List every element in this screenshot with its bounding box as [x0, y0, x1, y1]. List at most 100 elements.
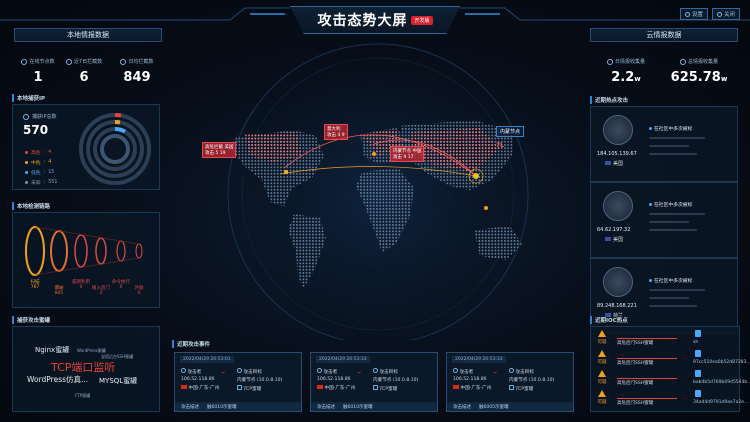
ioc-row[interactable]: 可疑高危后门SSH蜜罐 97cc510ea0b52d87283...	[593, 350, 750, 368]
section-ioc: 近期IOC热点	[590, 316, 628, 324]
map-label-china: 内蒙节点 中国 攻击 9 17	[390, 146, 425, 162]
warning-icon	[598, 330, 606, 337]
stat-daily-intel: 日情报收集量 2.2w	[596, 58, 656, 85]
arrow-icon: →	[221, 371, 225, 376]
file-icon	[695, 350, 701, 357]
captured-ip-panel: 捕获IP总数 570 高危: 4 中危: 4 低危: 15 未知: 551	[12, 104, 160, 190]
word-ftp: FTP蜜罐	[75, 393, 91, 398]
section-events: 近期攻击事件	[172, 340, 210, 348]
section-hot-attacks: 近期热点攻击	[590, 96, 628, 104]
captured-ip-total: 570	[23, 123, 49, 137]
ioc-tag: 高危后门SSH蜜罐	[617, 341, 654, 346]
legend-low: 低危: 15	[25, 169, 54, 176]
event-src-loc: 中国-广东-广州	[181, 385, 219, 391]
node-count: 7L	[496, 142, 504, 149]
event-target-type: TCP蜜罐	[373, 385, 397, 392]
world-map: 高危拦截 美国 攻击 5 19 意大利 攻击 4 9 内蒙节点 中国 攻击 9 17 …	[174, 38, 582, 345]
placeholder-lines	[649, 137, 729, 161]
hot-attack-card[interactable]: 64.62.197.32 美国 在社区中多次被标	[590, 182, 738, 258]
ioc-row[interactable]: 可疑 高危后门SSH蜜罐 bab4b5d769b09d5544b...	[593, 370, 750, 388]
chain-step-brute: 爆破 845	[54, 286, 64, 296]
event-time: 2022/04/29 20:53:33	[452, 356, 506, 363]
event-target: 内蒙节点 (10.0.8.10)	[237, 378, 283, 383]
ioc-tag: 高危后门SSH蜜罐	[617, 361, 654, 366]
event-src-ip: 106.52.118.86	[181, 377, 215, 382]
ioc-row[interactable]: 可疑 高危后门SSH蜜罐 sh	[593, 330, 739, 348]
server-icon	[373, 385, 378, 390]
close-button[interactable]: 关闭	[712, 8, 741, 20]
arrow-icon: →	[493, 371, 497, 376]
server-icon	[509, 385, 514, 390]
event-target: 内蒙节点 (10.0.8.10)	[373, 378, 419, 383]
clock-icon	[120, 58, 127, 65]
placeholder-lines	[649, 213, 729, 237]
local-intel-tab: 本地情报数据	[14, 28, 162, 42]
ioc-hash: 97cc510ea0b52d87283...	[693, 360, 750, 365]
calendar-icon	[606, 58, 613, 65]
chain-step-scan: 扫描 767	[30, 280, 40, 290]
pin-icon	[21, 58, 28, 65]
event-card[interactable]: 2022/04/29 20:53:33 攻击者 106.52.118.86 中国-…	[446, 352, 574, 412]
event-src-ip: 106.52.118.86	[453, 377, 487, 382]
database-icon	[679, 58, 686, 65]
ioc-tag: 高危后门SSH蜜罐	[617, 401, 654, 406]
hot-attack-ip: 89.248.168.221	[597, 303, 637, 309]
placeholder-lines	[649, 289, 729, 313]
chain-step-exploit: 漏洞利用 0	[72, 280, 90, 290]
warning-icon	[598, 350, 606, 357]
event-attacker: 攻击者	[317, 368, 337, 375]
server-icon	[237, 385, 242, 390]
hacker-avatar-icon	[603, 267, 633, 297]
stat-online-nodes: 在线节点数 1	[18, 58, 58, 85]
hacker-avatar-icon	[603, 115, 633, 145]
honeypot-cloud-panel: Nginx蜜罐 WordPress蜜罐 宝塔后台SSH蜜罐 TCP端口监听 Wo…	[12, 326, 160, 412]
ioc-link-line	[617, 378, 677, 379]
legend-mid: 中危: 4	[25, 159, 51, 166]
hot-attack-country: 美国	[605, 160, 623, 167]
hot-attack-tag: 在社区中多次被标	[649, 125, 692, 132]
section-detect-chain: 本地检测链路	[12, 202, 50, 210]
gear-icon	[685, 11, 690, 17]
ioc-level: 可疑	[595, 350, 609, 365]
hot-attack-card[interactable]: 184.105.139.67 美国 在社区中多次被标	[590, 106, 738, 182]
target-icon	[237, 368, 242, 373]
word-tcp: TCP端口监听	[51, 361, 116, 374]
arrow-icon: →	[357, 371, 361, 376]
page-title: 攻击态势大屏	[317, 13, 408, 29]
ioc-link-line	[617, 398, 677, 399]
ioc-level: 可疑	[595, 330, 609, 345]
stat-week-blocks: 近7日拦截数 6	[62, 58, 106, 85]
hot-attack-ip: 184.105.139.67	[597, 151, 637, 157]
event-src-loc: 中国-广东-广州	[453, 385, 491, 391]
event-desc: 攻击描述 触6010示蜜罐	[311, 402, 437, 411]
legend-high: 高危: 4	[25, 149, 51, 156]
ioc-level: 可疑	[595, 370, 609, 385]
user-icon	[181, 368, 186, 373]
event-target-label: 攻击目标	[509, 368, 534, 375]
section-honeypot: 捕获攻击蜜罐	[12, 316, 50, 324]
target-icon	[23, 113, 29, 120]
event-desc: 攻击描述 触6010示蜜罐	[175, 402, 301, 411]
node-marker[interactable]: 内蒙节点	[496, 126, 525, 137]
event-src-loc: 中国-广东-广州	[317, 385, 355, 391]
ip-ring-chart	[79, 112, 151, 185]
word-wp-sim: WordPress仿真...	[27, 375, 89, 384]
settings-button[interactable]: 设置	[680, 8, 709, 20]
event-time: 2022/04/29 20:53:01	[180, 356, 234, 363]
event-card[interactable]: 2022/04/29 20:53:33 攻击者 106.52.118.86 中国-…	[310, 352, 438, 412]
section-captured-ip: 本地捕获IP	[12, 94, 45, 102]
ioc-row[interactable]: 可疑 高危后门SSH蜜罐 34ad4d9791d9ae7a2e...	[593, 390, 748, 408]
event-card[interactable]: 2022/04/29 20:53:01 攻击者 106.52.118.86 中国-…	[174, 352, 302, 412]
file-icon	[695, 330, 701, 337]
file-icon	[695, 370, 701, 377]
chain-step-outbound: 外联 0	[134, 286, 144, 296]
event-target-label: 攻击目标	[373, 368, 398, 375]
cloud-intel-tab: 云情报数据	[590, 28, 738, 42]
warning-icon	[598, 390, 606, 397]
ioc-link-line	[617, 338, 677, 339]
event-target: 内蒙节点 (10.0.8.10)	[509, 378, 555, 383]
hot-attack-ip: 64.62.197.32	[597, 227, 631, 233]
event-attacker: 攻击者	[453, 368, 473, 375]
target-icon	[373, 368, 378, 373]
word-nginx: Nginx蜜罐	[35, 346, 70, 354]
